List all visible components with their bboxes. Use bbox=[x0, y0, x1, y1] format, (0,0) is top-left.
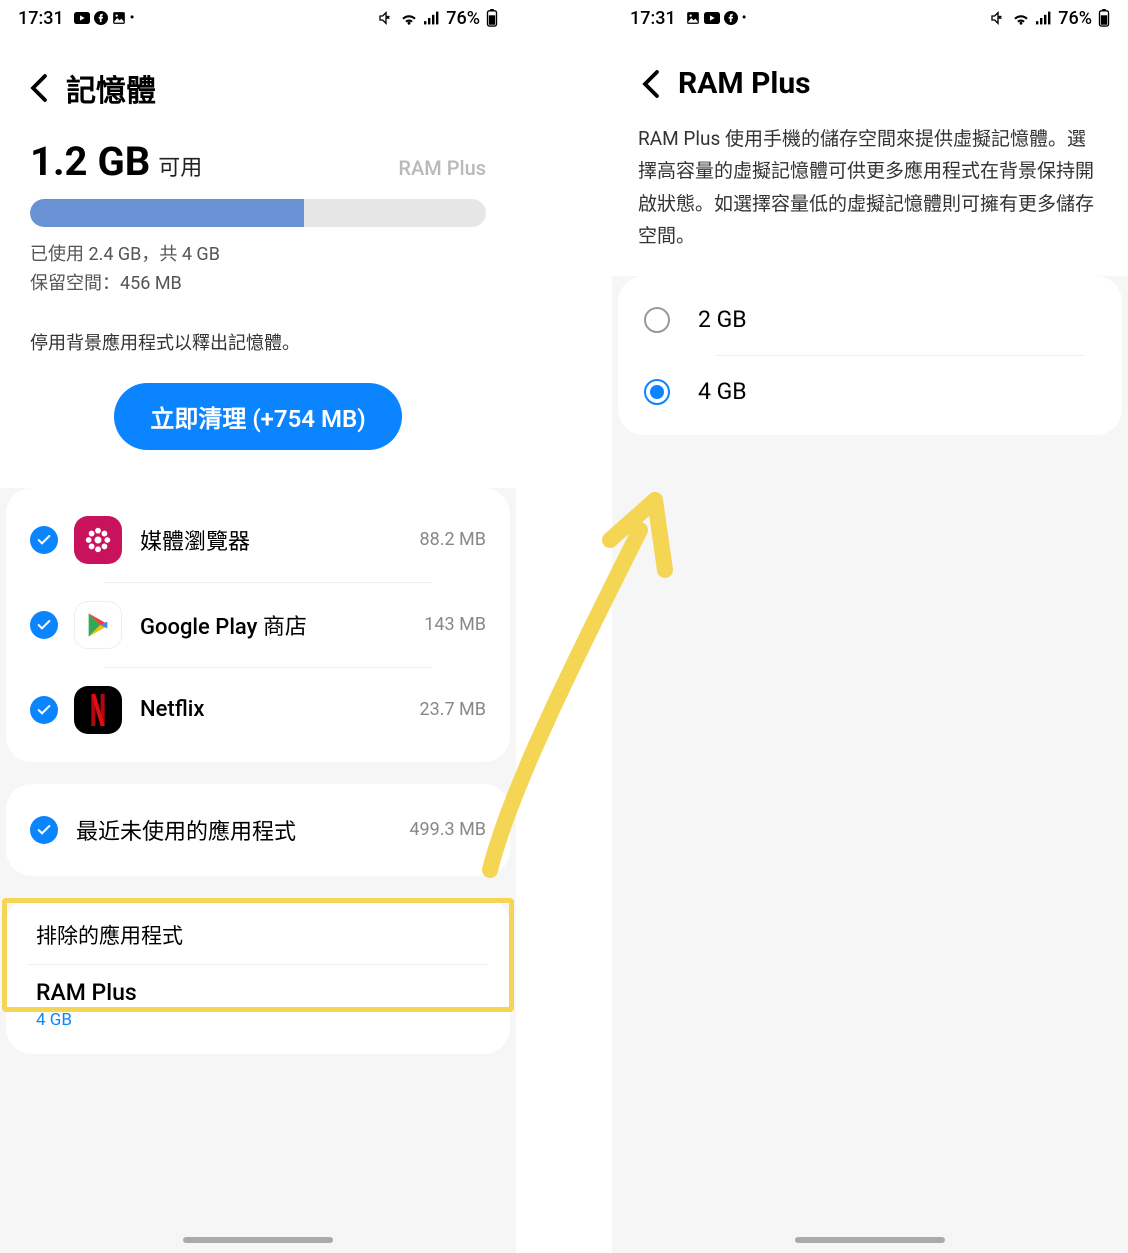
ram-plus-options-card: 2 GB 4 GB bbox=[618, 276, 1122, 435]
app-row[interactable]: 媒體瀏覽器 88.2 MB bbox=[24, 498, 492, 582]
free-memory-label: 可用 bbox=[158, 156, 202, 181]
reserved-memory-line: 保留空間：456 MB bbox=[30, 270, 486, 299]
apps-card: 媒體瀏覽器 88.2 MB Google Play 商店 143 MB Ne bbox=[6, 488, 510, 762]
image-icon bbox=[686, 11, 700, 25]
memory-hint: 停用背景應用程式以釋出記憶體。 bbox=[30, 329, 486, 355]
nav-handle[interactable] bbox=[795, 1237, 945, 1243]
app-name: Google Play 商店 bbox=[140, 609, 406, 641]
wifi-icon bbox=[400, 11, 418, 25]
page-title: 記憶體 bbox=[66, 66, 156, 110]
checkbox-checked-icon[interactable] bbox=[30, 611, 58, 639]
youtube-icon bbox=[704, 12, 720, 24]
signal-icon bbox=[424, 11, 440, 25]
app-row[interactable]: Google Play 商店 143 MB bbox=[24, 583, 492, 667]
free-memory-amount: 1.2 GB bbox=[30, 138, 150, 185]
checkbox-checked-icon[interactable] bbox=[30, 816, 58, 844]
app-size: 88.2 MB bbox=[420, 529, 487, 550]
recent-unused-card[interactable]: 最近未使用的應用程式 499.3 MB bbox=[6, 784, 510, 876]
page-title: RAM Plus bbox=[678, 66, 811, 101]
app-name: 媒體瀏覽器 bbox=[140, 524, 402, 556]
radio-option-4gb[interactable]: 4 GB bbox=[636, 356, 1104, 427]
ram-plus-screen: 17:31 • 76% RAM Plus RAM Plus 使用手機的儲存空間來… bbox=[612, 0, 1128, 1253]
used-memory-line: 已使用 2.4 GB，共 4 GB bbox=[30, 241, 486, 270]
battery-icon bbox=[1098, 9, 1110, 27]
battery-percent: 76% bbox=[446, 8, 480, 29]
checkbox-checked-icon[interactable] bbox=[30, 526, 58, 554]
status-time: 17:31 bbox=[630, 8, 676, 29]
netflix-icon bbox=[74, 686, 122, 734]
radio-label: 4 GB bbox=[698, 378, 747, 405]
memory-summary: 1.2 GB 可用 RAM Plus 已使用 2.4 GB，共 4 GB 保留空… bbox=[0, 118, 516, 488]
wifi-icon bbox=[1012, 11, 1030, 25]
radio-unselected-icon bbox=[644, 307, 670, 333]
facebook-icon bbox=[94, 11, 108, 25]
status-notif-icons: • bbox=[74, 10, 135, 26]
app-size: 23.7 MB bbox=[420, 699, 487, 720]
page-header: 記憶體 bbox=[0, 36, 516, 118]
back-icon[interactable] bbox=[642, 69, 660, 99]
ram-plus-row-title: RAM Plus bbox=[36, 979, 480, 1006]
radio-selected-icon bbox=[644, 379, 670, 405]
status-notif-icons: • bbox=[686, 10, 747, 26]
excluded-section-title: 排除的應用程式 bbox=[28, 916, 488, 964]
recent-unused-label: 最近未使用的應用程式 bbox=[76, 814, 391, 846]
memory-progress-fill bbox=[30, 199, 304, 227]
image-icon bbox=[112, 11, 126, 25]
radio-option-2gb[interactable]: 2 GB bbox=[636, 284, 1104, 355]
app-name: Netflix bbox=[140, 697, 402, 722]
status-bar: 17:31 • 76% bbox=[612, 0, 1128, 36]
ram-plus-row-value: 4 GB bbox=[36, 1010, 480, 1030]
facebook-icon bbox=[724, 11, 738, 25]
checkbox-checked-icon[interactable] bbox=[30, 696, 58, 724]
status-bar: 17:31 • 76% bbox=[0, 0, 516, 36]
memory-progress-bar bbox=[30, 199, 486, 227]
play-store-icon bbox=[74, 601, 122, 649]
radio-label: 2 GB bbox=[698, 306, 747, 333]
mute-icon bbox=[378, 10, 394, 26]
battery-icon bbox=[486, 9, 498, 27]
mute-icon bbox=[990, 10, 1006, 26]
ram-plus-description: RAM Plus 使用手機的儲存空間來提供虛擬記憶體。選擇高容量的虛擬記憶體可供… bbox=[612, 109, 1128, 276]
ram-plus-setting-row[interactable]: RAM Plus 4 GB bbox=[28, 964, 488, 1036]
ram-plus-badge: RAM Plus bbox=[398, 156, 486, 180]
signal-icon bbox=[1036, 11, 1052, 25]
recent-unused-size: 499.3 MB bbox=[409, 819, 486, 840]
app-row[interactable]: Netflix 23.7 MB bbox=[24, 668, 492, 752]
cleanup-button[interactable]: 立即清理 (+754 MB) bbox=[114, 383, 401, 450]
back-icon[interactable] bbox=[30, 73, 48, 103]
status-time: 17:31 bbox=[18, 8, 64, 29]
page-header: RAM Plus bbox=[612, 36, 1128, 109]
excluded-apps-card: 排除的應用程式 RAM Plus 4 GB bbox=[6, 898, 510, 1054]
nav-handle[interactable] bbox=[183, 1237, 333, 1243]
youtube-icon bbox=[74, 12, 90, 24]
battery-percent: 76% bbox=[1058, 8, 1092, 29]
gallery-app-icon bbox=[74, 516, 122, 564]
memory-screen: 17:31 • 76% 記憶體 1.2 GB 可用 RAM Plus bbox=[0, 0, 516, 1253]
app-size: 143 MB bbox=[424, 614, 486, 635]
